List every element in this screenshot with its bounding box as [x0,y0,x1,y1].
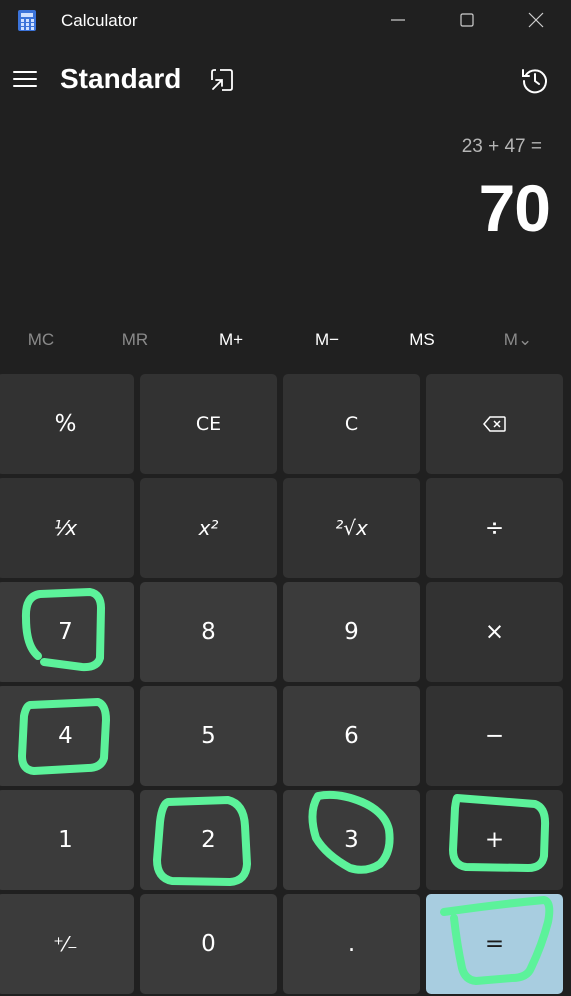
decimal-key[interactable]: . [283,894,420,994]
digit-4-key[interactable]: 4 [0,686,134,786]
window-title: Calculator [61,11,138,30]
reciprocal-key[interactable]: ¹⁄x [0,478,134,578]
memory-list-button[interactable]: M⌄ [488,330,548,350]
digit-9-key[interactable]: 9 [283,582,420,682]
add-key[interactable]: + [426,790,563,890]
maximize-icon [460,13,474,27]
mode-title: Standard [60,63,182,94]
digit-8-key[interactable]: 8 [140,582,277,682]
title-bar: Calculator [0,0,571,40]
maximize-button[interactable] [443,0,489,40]
memory-row: MC MR M+ M− MS M⌄ [0,322,571,358]
memory-clear-button[interactable]: MC [11,330,71,350]
minimize-icon [391,19,405,21]
multiply-key[interactable]: × [426,582,563,682]
equals-key[interactable]: = [426,894,563,994]
digit-1-key[interactable]: 1 [0,790,134,890]
mode-header: Standard [0,56,571,106]
close-button[interactable] [512,0,558,40]
divide-key[interactable]: ÷ [426,478,563,578]
memory-subtract-button[interactable]: M− [297,330,357,350]
minimize-button[interactable] [374,0,420,40]
history-icon[interactable] [520,65,550,95]
result-display: 70 [478,171,551,245]
digit-2-key[interactable]: 2 [140,790,277,890]
negate-key[interactable]: ⁺⁄₋ [0,894,134,994]
digit-3-key[interactable]: 3 [283,790,420,890]
square-key[interactable]: x² [140,478,277,578]
backspace-icon [482,416,506,432]
digit-5-key[interactable]: 5 [140,686,277,786]
memory-add-button[interactable]: M+ [201,330,261,350]
memory-store-button[interactable]: MS [392,330,452,350]
close-icon [528,12,544,28]
backspace-key[interactable] [426,374,563,474]
clear-key[interactable]: C [283,374,420,474]
subtract-key[interactable]: − [426,686,563,786]
keep-on-top-icon[interactable] [208,66,236,94]
percent-key[interactable]: % [0,374,134,474]
clear-entry-key[interactable]: CE [140,374,277,474]
hamburger-menu-icon[interactable] [12,66,38,92]
digit-0-key[interactable]: 0 [140,894,277,994]
digit-6-key[interactable]: 6 [283,686,420,786]
expression-display: 23 + 47 = [461,136,542,157]
calculator-app-icon [18,10,36,31]
square-root-key[interactable]: ²√x [283,478,420,578]
digit-7-key[interactable]: 7 [0,582,134,682]
memory-recall-button[interactable]: MR [105,330,165,350]
keypad: % CE C ¹⁄x x² ²√x ÷ 7 8 9 × 4 5 6 − 1 2 … [0,374,571,996]
